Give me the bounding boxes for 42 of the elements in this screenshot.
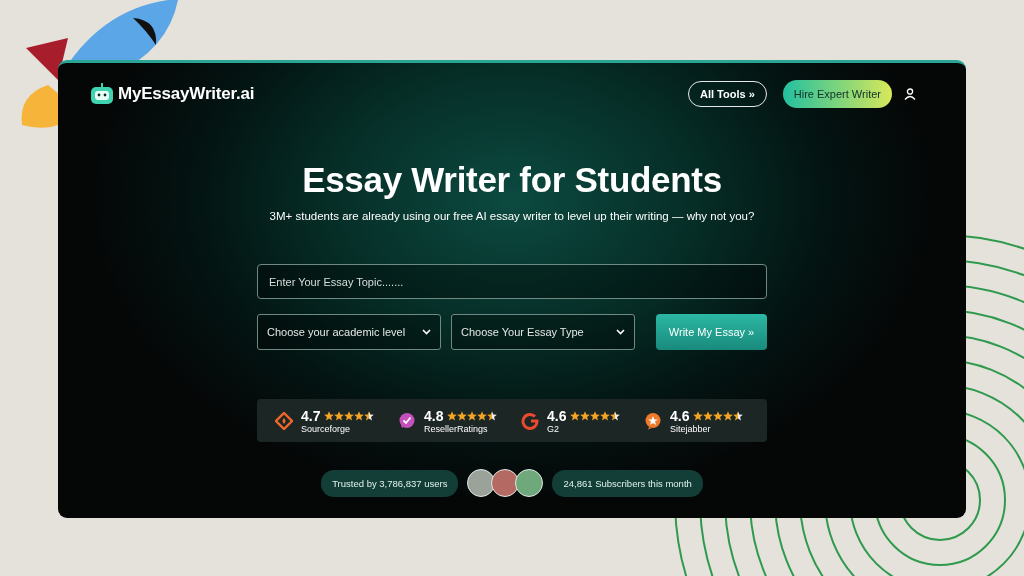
hire-writer-button[interactable]: Hire Expert Writer bbox=[782, 80, 892, 108]
star-icon bbox=[570, 410, 581, 421]
star-icon bbox=[447, 410, 458, 421]
essay-type-dropdown[interactable]: Choose Your Essay Type bbox=[451, 314, 635, 350]
star-icon bbox=[334, 410, 345, 421]
star-icon bbox=[457, 410, 468, 421]
avatar bbox=[515, 469, 544, 497]
trusted-users-badge: Trusted by 3,786,837 users bbox=[321, 469, 459, 497]
star-icon bbox=[580, 410, 591, 421]
user-icon[interactable] bbox=[904, 88, 916, 100]
star-icon bbox=[324, 410, 335, 421]
star-icon bbox=[487, 410, 498, 421]
star-icon bbox=[600, 410, 611, 421]
star-icon bbox=[364, 410, 375, 421]
chevron-down-icon bbox=[422, 329, 431, 335]
logo-text: MyEssayWriter.ai bbox=[118, 84, 255, 104]
star-icon bbox=[723, 410, 734, 421]
star-icon bbox=[733, 410, 744, 421]
star-icon bbox=[477, 410, 488, 421]
chevron-down-icon bbox=[616, 329, 625, 335]
star-icon bbox=[354, 410, 365, 421]
star-icon bbox=[703, 410, 714, 421]
star-icon bbox=[590, 410, 601, 421]
rating-score: 4.6 bbox=[670, 407, 690, 424]
star-icon bbox=[610, 410, 621, 421]
rating-score: 4.7 bbox=[301, 407, 321, 424]
rating-source: G2 bbox=[547, 423, 560, 434]
rating-score: 4.8 bbox=[424, 407, 444, 424]
subscribers-badge: 24,861 Subscribers this month bbox=[552, 469, 703, 497]
robot-logo-icon bbox=[90, 83, 114, 105]
hero-title: Essay Writer for Students bbox=[302, 160, 722, 200]
rating-score: 4.6 bbox=[547, 407, 567, 424]
rating-source: Sourceforge bbox=[301, 423, 352, 434]
star-icon bbox=[713, 410, 724, 421]
rating-source: Sitejabber bbox=[670, 423, 712, 434]
star-icon bbox=[467, 410, 478, 421]
rating-source: ResellerRatings bbox=[424, 423, 489, 434]
academic-level-dropdown[interactable]: Choose your academic level bbox=[257, 314, 441, 350]
star-icon bbox=[344, 410, 355, 421]
star-icon bbox=[693, 410, 704, 421]
hero-subtitle: 3M+ students are already using our free AI essay writer to level up their writing — why not you? bbox=[269, 210, 755, 222]
essay-topic-field[interactable]: Enter Your Essay Topic....... bbox=[257, 264, 767, 299]
